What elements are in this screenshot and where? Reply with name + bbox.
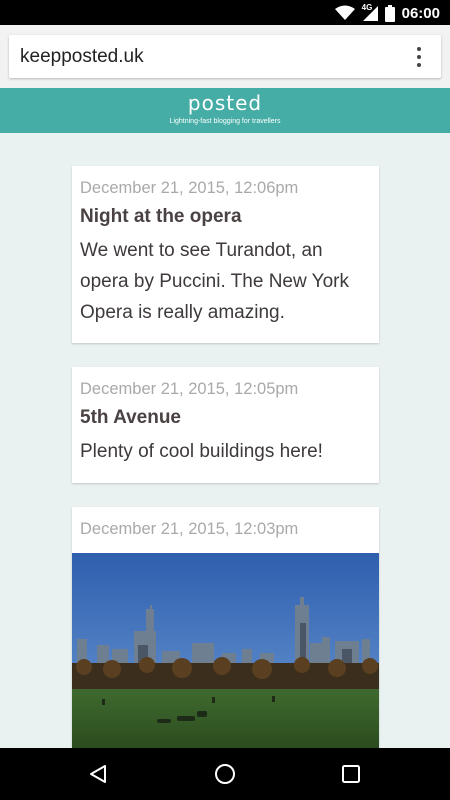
post-date: December 21, 2015, 12:03pm <box>80 520 299 538</box>
url-bar[interactable]: keepposted.uk <box>9 35 441 78</box>
post-body: We went to see Turandot, an opera by Puc… <box>80 235 370 328</box>
recents-icon[interactable] <box>321 748 381 800</box>
wifi-icon <box>334 5 355 20</box>
cell-signal: 4G <box>362 3 378 21</box>
post-body: Plenty of cool buildings here! <box>80 436 370 467</box>
system-nav-bar <box>0 748 450 800</box>
city-skyline-park-photo[interactable] <box>72 553 379 753</box>
post-card[interactable]: December 21, 2015, 12:06pm Night at the … <box>72 166 379 343</box>
signal-icon <box>362 6 378 21</box>
battery-icon <box>384 4 395 22</box>
post-card[interactable]: December 21, 2015, 12:05pm 5th Avenue Pl… <box>72 367 379 483</box>
site-tagline: Lightning-fast blogging for travellers <box>169 118 281 125</box>
post-body-line: Plenty of cool buildings here! <box>80 441 323 462</box>
overflow-menu-icon[interactable] <box>409 45 429 69</box>
post-body-line: Opera is really amazing. <box>80 302 285 323</box>
post-title[interactable]: 5th Avenue <box>80 407 181 429</box>
home-icon[interactable] <box>195 748 255 800</box>
browser-toolbar: keepposted.uk <box>0 25 450 88</box>
back-icon[interactable] <box>68 748 128 800</box>
post-title[interactable]: Night at the opera <box>80 206 242 228</box>
status-bar: 4G 06:00 <box>0 0 450 25</box>
status-time: 06:00 <box>401 4 440 22</box>
post-date: December 21, 2015, 12:06pm <box>80 179 299 197</box>
status-icons: 4G 06:00 <box>334 3 440 23</box>
post-body-line: opera by Puccini. The New York <box>80 271 349 292</box>
site-logo[interactable]: posted <box>0 91 450 115</box>
post-body-line: We went to see Turandot, an <box>80 240 323 261</box>
post-card[interactable]: December 21, 2015, 12:03pm <box>72 507 379 753</box>
post-date: December 21, 2015, 12:05pm <box>80 380 299 398</box>
site-header: posted Lightning-fast blogging for trave… <box>0 88 450 133</box>
url-text[interactable]: keepposted.uk <box>20 46 144 68</box>
